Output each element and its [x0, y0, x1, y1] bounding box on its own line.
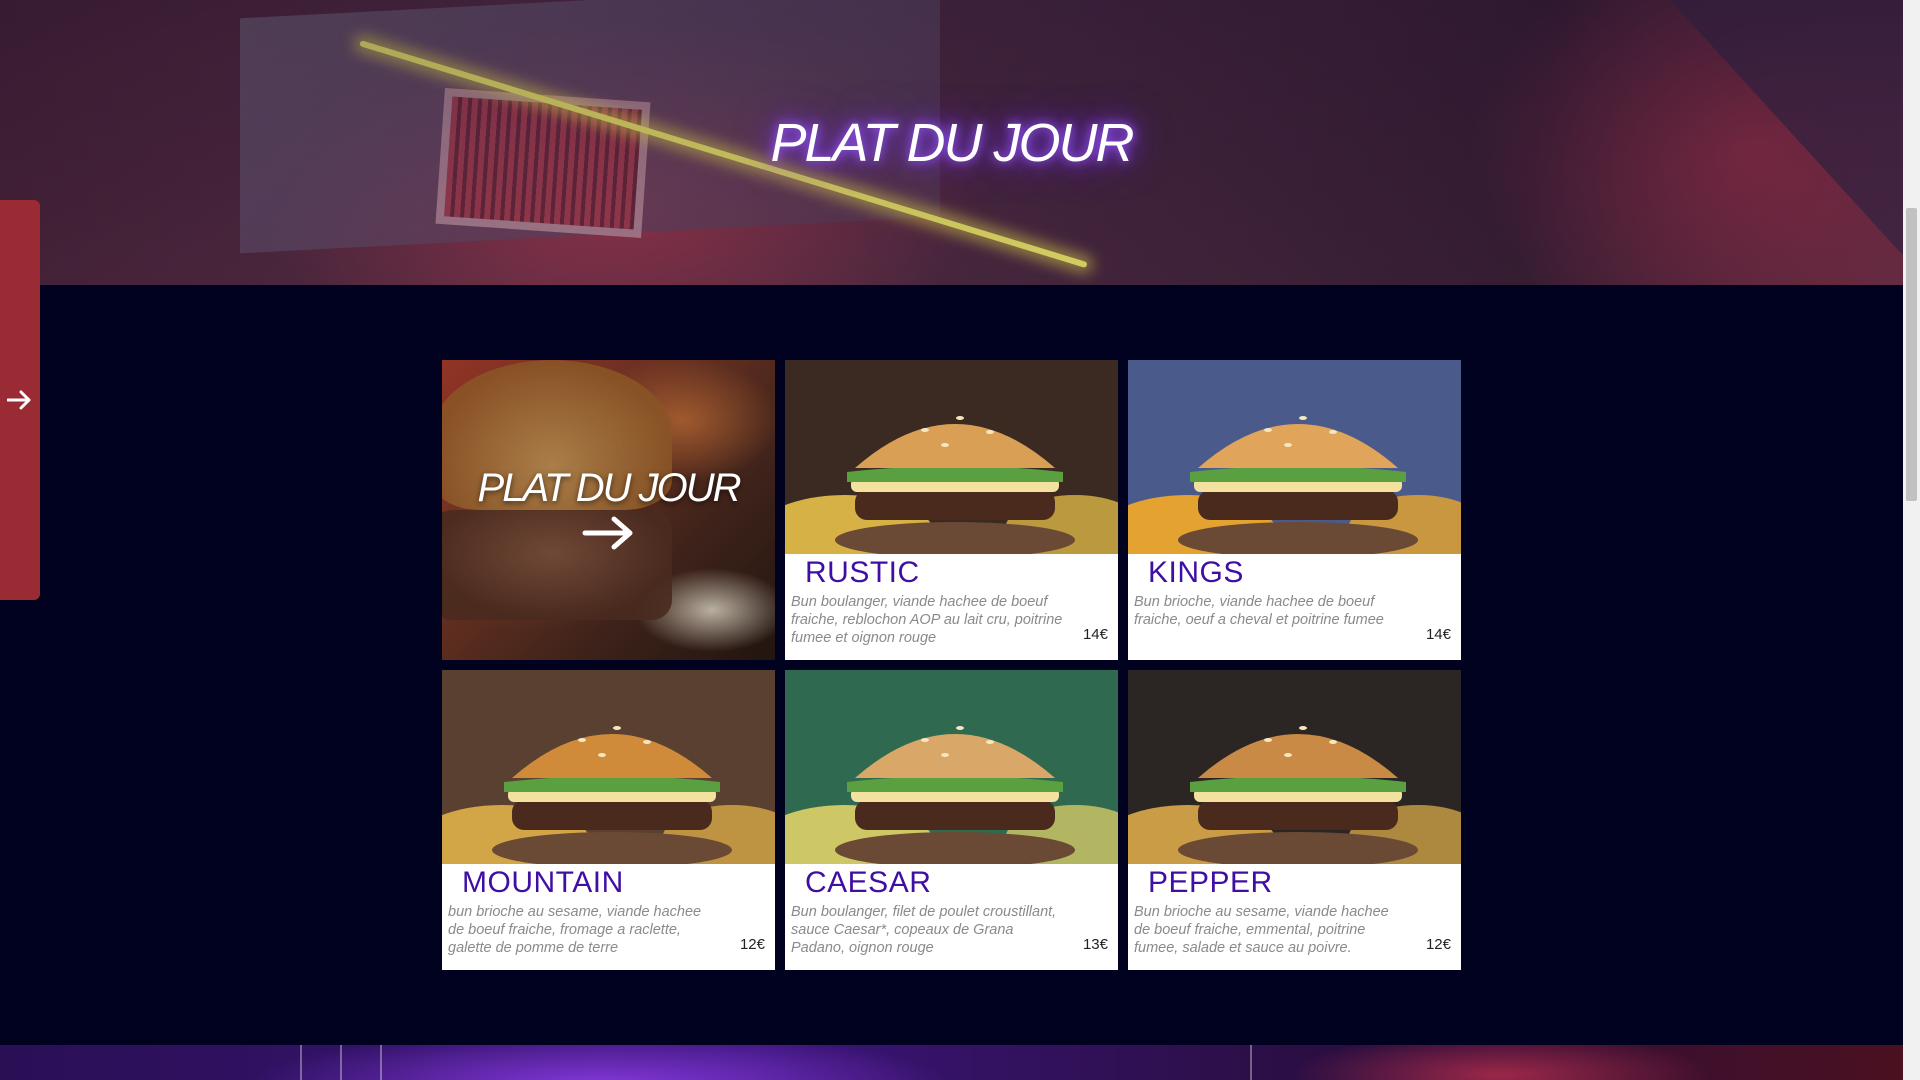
- burger-price: 14€: [1425, 626, 1451, 643]
- side-panel-toggle[interactable]: [0, 200, 40, 600]
- menu-card-rustic[interactable]: RUSTIC Bun boulanger, viande hachee de bo…: [785, 360, 1118, 660]
- burger-description: Bun boulanger, filet de poulet croustill…: [791, 904, 1057, 956]
- burger-price: 14€: [1082, 626, 1108, 643]
- menu-card-pepper[interactable]: PEPPER Bun brioche au sesame, viande hach…: [1128, 670, 1461, 970]
- burger-photo: [785, 360, 1118, 554]
- burger-photo: [1128, 360, 1461, 554]
- burger-photo: [785, 670, 1118, 864]
- menu-grid: PLAT DU JOUR RUSTIC Bun boulanger, viande…: [442, 360, 1461, 970]
- burger-name: MOUNTAIN: [462, 866, 624, 899]
- burger-name: CAESAR: [805, 866, 932, 899]
- burger-name: PEPPER: [1148, 866, 1273, 899]
- menu-card-mountain[interactable]: MOUNTAIN bun brioche au sesame, viande ha…: [442, 670, 775, 970]
- scrollbar-thumb[interactable]: [1906, 208, 1917, 501]
- plat-du-jour-card[interactable]: PLAT DU JOUR: [442, 360, 775, 660]
- arrow-right-icon: [7, 390, 31, 410]
- hero-banner: PLAT DU JOUR: [0, 0, 1903, 285]
- next-section-banner: [0, 1045, 1903, 1080]
- burger-name: RUSTIC: [805, 556, 920, 589]
- burger-description: Bun boulanger, viande hachee de boeuf fr…: [791, 594, 1063, 646]
- menu-card-caesar[interactable]: CAESAR Bun boulanger, filet de poulet cro…: [785, 670, 1118, 970]
- burger-description: Bun brioche, viande hachee de boeuf frai…: [1134, 594, 1384, 628]
- feature-arrow-link[interactable]: [582, 515, 636, 555]
- hero-title: PLAT DU JOUR: [770, 113, 1134, 173]
- feature-title: PLAT DU JOUR: [477, 465, 742, 510]
- arrow-right-icon: [582, 516, 632, 549]
- page-scrollbar[interactable]: [1903, 0, 1920, 1080]
- burger-name: KINGS: [1148, 556, 1244, 589]
- burger-price: 13€: [1082, 936, 1108, 953]
- burger-photo: [442, 670, 775, 864]
- burger-price: 12€: [739, 936, 765, 953]
- burger-description: bun brioche au sesame, viande hachee de …: [448, 904, 702, 956]
- menu-card-kings[interactable]: KINGS Bun brioche, viande hachee de boeuf…: [1128, 360, 1461, 660]
- burger-photo: [1128, 670, 1461, 864]
- burger-description: Bun brioche au sesame, viande hachee de …: [1134, 904, 1389, 956]
- burger-price: 12€: [1425, 936, 1451, 953]
